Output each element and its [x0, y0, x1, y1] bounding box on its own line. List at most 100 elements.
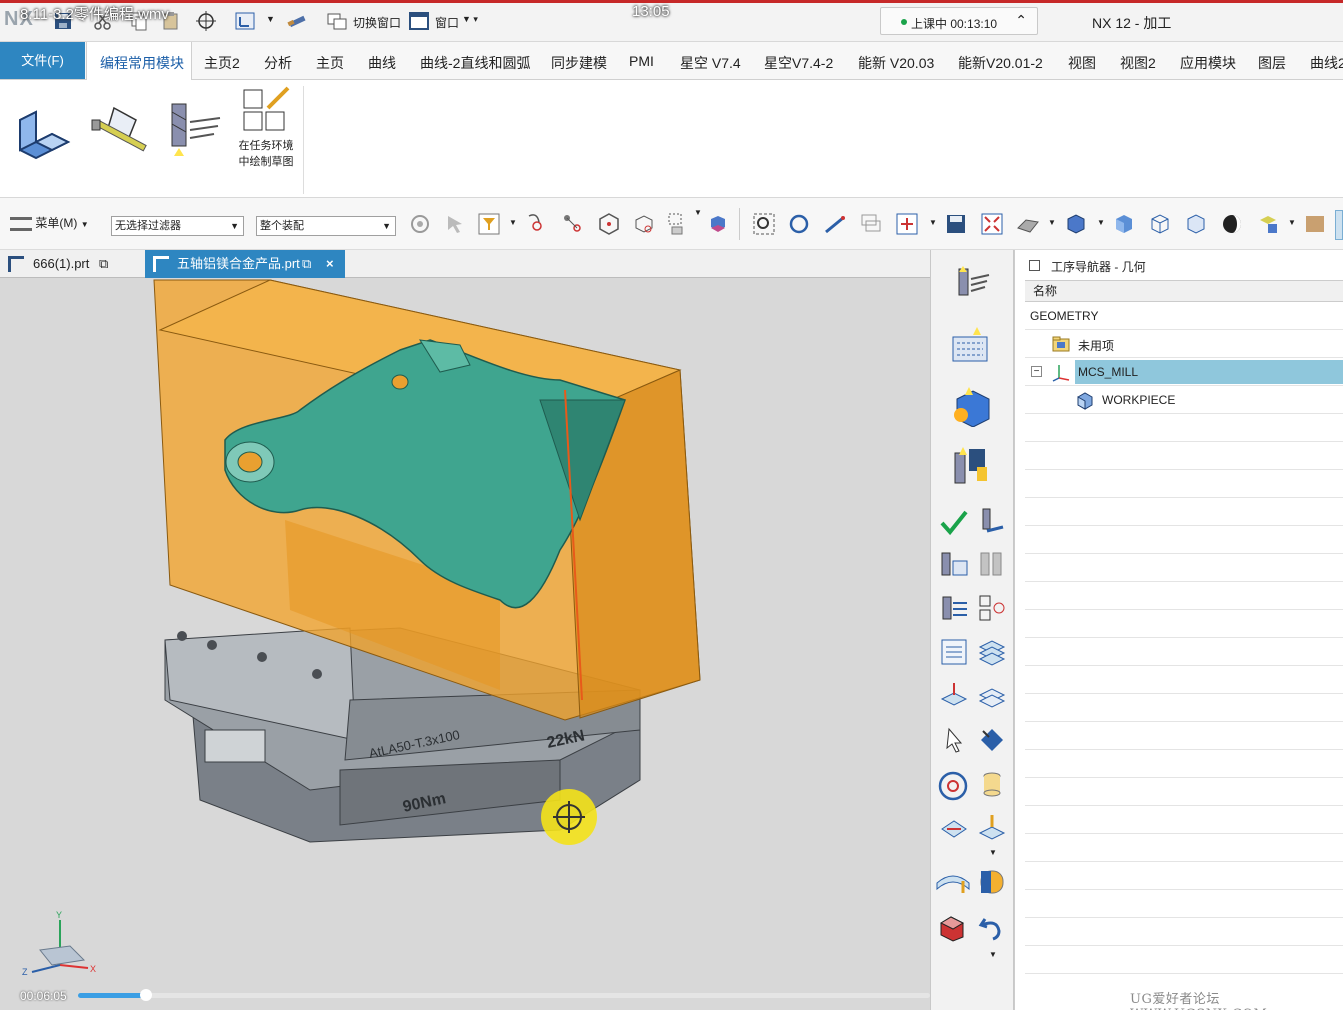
select-pointer-icon[interactable] [939, 725, 969, 755]
section-dropdown-icon[interactable]: ▼ [1288, 218, 1296, 227]
switch-window-icon[interactable] [326, 10, 348, 32]
3d-scene[interactable]: AtLA50-T.3x100 22kN 90Nm Y X Z [0, 278, 930, 1010]
toolbar-overflow-button[interactable] [1335, 210, 1343, 240]
post-process-icon[interactable] [939, 549, 969, 579]
tab-home[interactable]: 主页 [316, 53, 344, 73]
snap-point-icon[interactable] [525, 212, 549, 236]
rotate-icon[interactable] [787, 212, 811, 236]
collapse-toggle-icon[interactable]: − [1031, 366, 1042, 377]
tab-home2[interactable]: 主页2 [204, 53, 240, 73]
point-on-curve-icon[interactable] [561, 212, 585, 236]
create-tool-icon[interactable] [160, 98, 224, 162]
tree-row-mcs-mill[interactable]: − MCS_MILL [1025, 358, 1343, 386]
tab-nengxin-v2003[interactable]: 能新 V20.03 [858, 53, 934, 73]
close-icon[interactable]: × [326, 250, 334, 278]
edit-section-icon[interactable] [1256, 212, 1280, 236]
undo-icon[interactable] [977, 913, 1007, 943]
solid-cube-icon[interactable] [1112, 212, 1136, 236]
hidden-edges-icon[interactable] [1184, 212, 1208, 236]
hexagon-icon[interactable] [597, 212, 621, 236]
filter-select-icon[interactable] [477, 212, 501, 236]
tab-nengxin-v2001-2[interactable]: 能新V20.01-2 [958, 53, 1043, 73]
tab-curve2[interactable]: 曲线2 [1310, 53, 1343, 73]
main-menu-button[interactable]: 菜单(M) ▼ [10, 214, 89, 231]
fit-window-icon[interactable] [980, 212, 1004, 236]
assembly-filter-select[interactable]: 整个装配 ▼ [256, 216, 396, 236]
window-icon[interactable] [408, 10, 430, 32]
cube-point-icon[interactable] [632, 212, 656, 236]
tab-curve[interactable]: 曲线 [368, 53, 396, 73]
style-dropdown-icon[interactable]: ▼ [1097, 218, 1105, 227]
curve-surface-icon[interactable] [935, 867, 971, 897]
graphics-viewport[interactable]: AtLA50-T.3x100 22kN 90Nm Y X Z [0, 278, 930, 1010]
switch-window-button[interactable]: 切换窗口 [353, 14, 401, 31]
chevron-up-icon[interactable]: ⌃ [1015, 12, 1027, 29]
tab-programming-common[interactable]: 编程常用模块 [100, 53, 184, 73]
mcs-align-icon[interactable] [977, 593, 1007, 623]
rotate-csys-icon[interactable] [936, 769, 970, 803]
type-filter-select[interactable]: 无选择过滤器 ▼ [111, 216, 244, 236]
doc-tab-666[interactable]: 666(1).prt ⧉ [0, 250, 142, 278]
wcs-icon[interactable] [234, 10, 256, 32]
tab-xingkong-v74[interactable]: 星空 V7.4 [680, 53, 741, 73]
navigator-pin-checkbox[interactable] [1029, 260, 1040, 271]
offset-plane-icon[interactable] [977, 813, 1007, 843]
tab-curve-lines-arcs[interactable]: 曲线-2直线和圆弧 [420, 53, 530, 73]
tab-pmi[interactable]: PMI [629, 53, 654, 69]
bounding-box-icon[interactable] [937, 913, 967, 943]
layers-stack-icon[interactable] [977, 637, 1007, 667]
sketch-in-task-button[interactable]: 在任务环境 中绘制草图 [234, 138, 298, 170]
file-tab[interactable]: 文件(F) [0, 42, 85, 79]
create-tool-icon[interactable] [953, 265, 991, 303]
tab-view2[interactable]: 视图2 [1120, 53, 1156, 73]
tool-list-icon[interactable] [977, 549, 1007, 579]
marquee-dropdown-icon[interactable]: ▼ [694, 208, 702, 217]
cylinder-surface-icon[interactable] [977, 867, 1007, 897]
view-orient-icon[interactable] [895, 212, 919, 236]
plane-stack-icon[interactable] [977, 681, 1007, 711]
tree-row-unused[interactable]: 未用项 [1025, 330, 1343, 358]
snap-target-icon[interactable] [195, 10, 217, 32]
sketch-in-task-icon[interactable] [240, 86, 292, 134]
window-menu-dropdown-icon[interactable]: ▼ ▾ [462, 14, 478, 25]
shop-doc-icon[interactable] [939, 593, 969, 623]
shaded-icon[interactable] [1016, 212, 1040, 236]
external-link-icon[interactable]: ⧉ [302, 250, 311, 278]
class-status-pill[interactable]: 上课中 00:13:10 ⌃ [880, 7, 1038, 35]
doc-tab-aluminum-part[interactable]: 五轴铝镁合金产品.prt ⧉ × [145, 250, 345, 278]
tab-layers[interactable]: 图层 [1258, 53, 1286, 73]
lighting-icon[interactable] [1220, 212, 1244, 236]
layer-icon[interactable] [859, 212, 883, 236]
background-icon[interactable] [1304, 212, 1328, 236]
tab-view[interactable]: 视图 [1068, 53, 1096, 73]
plane-create-icon[interactable] [939, 813, 969, 843]
tab-xingkong-v74-2[interactable]: 星空V7.4-2 [764, 53, 833, 73]
external-link-icon[interactable]: ⧉ [99, 250, 108, 278]
create-program-icon[interactable] [949, 445, 991, 487]
offset-dropdown-icon[interactable]: ▼ [989, 848, 997, 857]
list-view-icon[interactable] [939, 637, 969, 667]
view-orient-dropdown-icon[interactable]: ▼ [929, 218, 937, 227]
wcs-dropdown-icon[interactable]: ▼ [266, 14, 275, 24]
generate-check-icon[interactable] [939, 507, 969, 537]
geometry-root-row[interactable]: GEOMETRY [1025, 302, 1343, 330]
wireframe-cube-icon[interactable] [1148, 212, 1172, 236]
zoom-fit-icon[interactable] [752, 212, 776, 236]
tab-analysis[interactable]: 分析 [264, 53, 292, 73]
transform-icon[interactable] [977, 725, 1007, 755]
undo-dropdown-icon[interactable]: ▼ [989, 950, 997, 959]
render-dropdown-icon[interactable]: ▼ [1048, 218, 1056, 227]
general-selection-icon[interactable] [408, 212, 432, 236]
shaded-edges-icon[interactable] [1064, 212, 1088, 236]
window-menu-button[interactable]: 窗口 [435, 14, 459, 31]
block-solid-icon[interactable] [12, 98, 76, 162]
save-view-icon[interactable] [944, 212, 968, 236]
tree-row-workpiece[interactable]: WORKPIECE [1025, 386, 1343, 414]
create-geometry-icon[interactable] [949, 325, 991, 367]
create-method-icon[interactable] [949, 385, 991, 427]
plane-down-icon[interactable] [939, 681, 969, 711]
verify-toolpath-icon[interactable] [977, 507, 1007, 537]
display-cube-icon[interactable] [706, 212, 730, 236]
navigator-column-header[interactable]: 名称 [1025, 280, 1343, 302]
marquee-select-icon[interactable] [666, 212, 690, 236]
